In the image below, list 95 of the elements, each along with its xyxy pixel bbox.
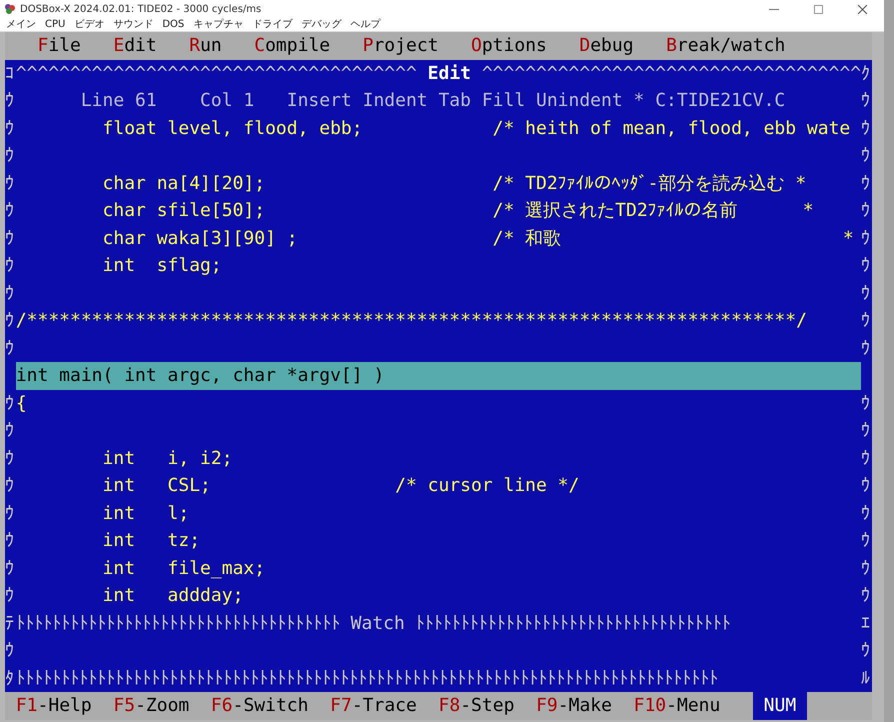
menu-item[interactable]: File: [38, 32, 81, 60]
frame-border: ｳ: [861, 254, 872, 278]
frame-border: ｳ: [5, 309, 15, 333]
frame-border: ｳ: [861, 172, 872, 196]
frame-border: ﾄﾄﾄﾄﾄﾄﾄﾄﾄﾄﾄﾄﾄﾄﾄﾄﾄﾄﾄﾄﾄﾄﾄﾄﾄﾄﾄﾄﾄﾄﾄﾄﾄﾄﾄﾄ: [16, 612, 341, 636]
code-line: int sflag;: [102, 254, 223, 278]
maximize-icon: [814, 4, 822, 14]
frame-border: ｳ: [861, 309, 872, 333]
function-key[interactable]: F8-Step: [438, 692, 514, 720]
menu-item[interactable]: ドライブ: [252, 18, 292, 31]
function-key[interactable]: F7-Trace: [330, 692, 417, 720]
editor-title: Edit: [428, 62, 471, 86]
frame-border: ｳ: [5, 392, 15, 416]
code-line: char na[4][20]; /* TD2ﾌｧｲﾙのﾍｯﾀﾞ-部分を読み込む *: [102, 172, 808, 196]
menu-item[interactable]: ヘルプ: [350, 18, 380, 31]
code-line: int i, i2;: [102, 446, 234, 470]
frame-border: ｳ: [861, 282, 872, 306]
frame-border: ｳ: [861, 474, 872, 498]
frame-border: ｳ: [861, 89, 872, 113]
code-line: int addday;: [102, 584, 244, 608]
frame-border: ｳ: [861, 199, 872, 223]
menu-item[interactable]: CPU: [45, 18, 66, 31]
function-key[interactable]: F1-Help: [16, 692, 92, 720]
menu-item[interactable]: メイン: [6, 18, 36, 31]
frame-border: ﾄﾄﾄﾄﾄﾄﾄﾄﾄﾄﾄﾄﾄﾄﾄﾄﾄﾄﾄﾄﾄﾄﾄﾄﾄﾄﾄﾄﾄﾄﾄﾄﾄﾄﾄﾄﾄﾄﾄﾄﾄﾄﾄﾄﾄﾄﾄﾄﾄﾄﾄﾄﾄﾄﾄﾄﾄﾄﾄﾄﾄﾄﾄﾄﾄﾄﾄﾄﾄﾄﾄﾄﾄﾄﾄﾄﾄﾄ: [16, 666, 718, 690]
frame-border: ｳ: [5, 474, 15, 498]
frame-border: ｳ: [5, 172, 15, 196]
function-key[interactable]: F6-Switch: [210, 692, 308, 720]
frame-border: ｳ: [861, 144, 872, 168]
frame-border: ｸ: [861, 62, 872, 86]
frame-border: ｳ: [5, 502, 15, 526]
code-line: {: [16, 392, 28, 416]
menu-item[interactable]: サウンド: [113, 18, 154, 31]
frame-border: ｳ: [861, 116, 872, 140]
code-line: float level, flood, ebb; /* heith of mean, flood, ebb wate: [102, 116, 852, 140]
code-line: int file_max;: [102, 556, 266, 580]
frame-border: ﾙ: [861, 666, 872, 690]
frame-border: ｳ: [5, 199, 15, 223]
frame-border: ｺ: [5, 62, 15, 86]
frame-border: ｳ: [5, 556, 15, 580]
frame-border: ｳ: [5, 529, 15, 553]
frame-border: ｳ: [861, 446, 872, 470]
frame-border: ｳ: [5, 116, 15, 140]
frame-border: ｳ: [861, 556, 872, 580]
close-icon: [858, 4, 866, 14]
menu-item[interactable]: Run: [189, 32, 222, 60]
frame-border: ｴ: [861, 612, 872, 636]
menu-item[interactable]: キャプチャ: [193, 18, 244, 31]
code-line: int l;: [102, 502, 190, 526]
frame-border: ﾃ: [5, 612, 15, 636]
frame-border: ｳ: [5, 419, 15, 443]
function-key[interactable]: F10-Menu: [634, 692, 720, 720]
menu-item[interactable]: Project: [362, 32, 438, 60]
frame-border: ｳ: [5, 144, 15, 168]
app-icon: [4, 3, 16, 15]
frame-border: ｳ: [861, 639, 872, 663]
menu-item[interactable]: Break/watch: [666, 32, 786, 60]
frame-border: ｳ: [5, 254, 15, 278]
menu-item[interactable]: ビデオ: [74, 18, 104, 31]
editor-status: Line 61 Col 1 Insert Indent Tab Fill Unindent * C:TIDE21CV.C: [80, 89, 786, 113]
frame-border: ｳ: [861, 502, 872, 526]
frame-border: ﾄﾄﾄﾄﾄﾄﾄﾄﾄﾄﾄﾄﾄﾄﾄﾄﾄﾄﾄﾄﾄﾄﾄﾄﾄﾄﾄﾄﾄﾄﾄﾄﾄﾄﾄ: [414, 612, 731, 636]
frame-border: ｳ: [861, 529, 872, 553]
frame-border: ｳ: [5, 282, 15, 306]
function-key[interactable]: F5-Zoom: [113, 692, 190, 720]
code-line: char waka[3][90] ; /* 和歌 *: [102, 226, 855, 250]
frame-border: ^^^^^^^^^^^^^^^^^^^^^^^^^^^^^^^^^^^^^: [16, 62, 418, 86]
code-line: char sfile[50]; /* 選択されたTD2ﾌｧｲﾙの名前 *: [102, 199, 815, 223]
frame-border: ｳ: [5, 336, 15, 360]
frame-border: ｳ: [5, 584, 15, 608]
menu-item[interactable]: DOS: [162, 18, 184, 31]
watch-title: Watch: [350, 612, 405, 636]
frame-border: ｳ: [5, 226, 15, 250]
num-lock-indicator: NUM: [752, 692, 807, 720]
frame-border: ｳ: [5, 446, 15, 470]
frame-border: ｳ: [861, 336, 872, 360]
menu-item[interactable]: Edit: [113, 32, 157, 60]
menu-item[interactable]: Options: [471, 32, 547, 60]
menu-item[interactable]: Compile: [254, 32, 330, 60]
code-line: int tz;: [102, 529, 202, 553]
frame-border: ｳ: [5, 639, 15, 663]
frame-border: ﾀ: [5, 666, 15, 690]
menu-item[interactable]: デバッグ: [301, 18, 342, 31]
minimize-icon: [769, 8, 779, 10]
code-line: int CSL; /* cursor line */: [102, 474, 580, 498]
code-line: /***********************************************************************/: [16, 309, 808, 333]
frame-border: ｳ: [861, 226, 872, 250]
function-key[interactable]: F9-Make: [536, 692, 612, 720]
menu-item[interactable]: Debug: [579, 32, 634, 60]
window-title: DOSBox-X 2024.02.01: TIDE02 - 3000 cycles/ms: [20, 4, 262, 14]
frame-border: ｳ: [5, 89, 15, 113]
frame-border: ^^^^^^^^^^^^^^^^^^^^^^^^^^^^^^^^^^^: [480, 62, 862, 86]
frame-border: ｳ: [861, 419, 872, 443]
frame-border: ｳ: [861, 584, 872, 608]
frame-border: ｳ: [861, 392, 872, 416]
